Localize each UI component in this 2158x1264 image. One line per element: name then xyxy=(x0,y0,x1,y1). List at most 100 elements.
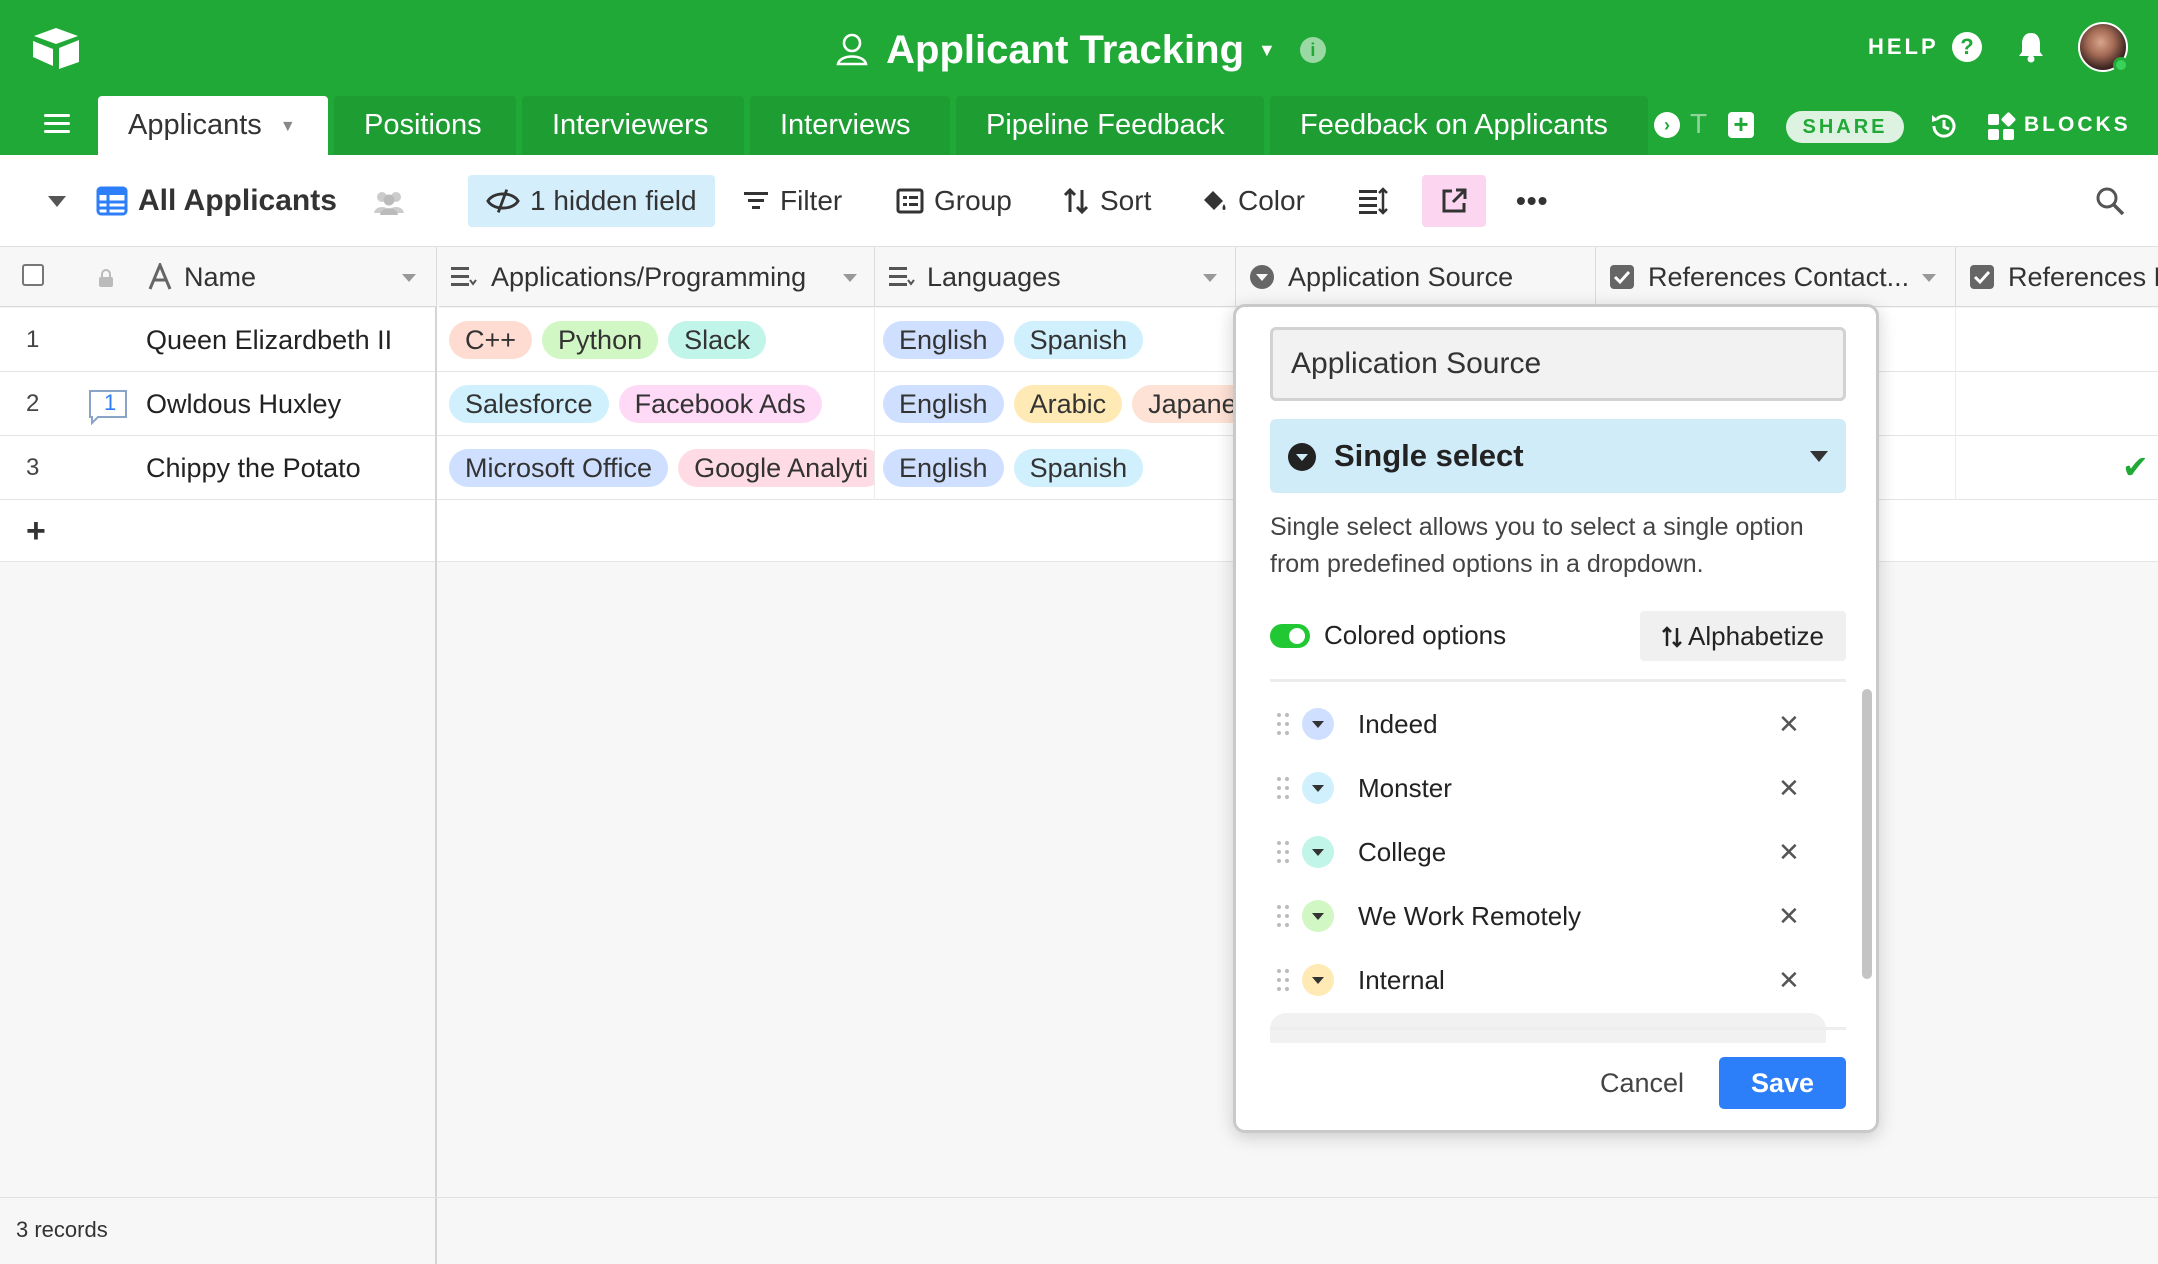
save-button[interactable]: Save xyxy=(1719,1057,1846,1109)
languages-cell[interactable]: English Arabic Japane xyxy=(875,372,1236,436)
drag-handle-icon[interactable] xyxy=(1276,776,1290,800)
option-color-swatch[interactable] xyxy=(1302,836,1334,868)
tab-positions[interactable]: Positions xyxy=(334,96,516,155)
hamburger-menu-icon[interactable] xyxy=(44,114,70,134)
tab-interviewers[interactable]: Interviewers xyxy=(522,96,744,155)
select-option[interactable]: College ✕ xyxy=(1270,820,1830,884)
help-label[interactable]: HELP xyxy=(1868,34,1939,60)
languages-cell[interactable]: English Spanish xyxy=(875,308,1236,372)
column-header-label: References R xyxy=(2008,262,2158,292)
cancel-button[interactable]: Cancel xyxy=(1590,1057,1694,1109)
group-button[interactable]: Group xyxy=(896,175,1012,227)
column-header-languages[interactable]: Languages xyxy=(875,247,1236,307)
column-header-programming[interactable]: Applications/Programming xyxy=(439,247,875,307)
online-status-dot xyxy=(2113,57,2129,73)
select-option[interactable]: Indeed ✕ xyxy=(1270,692,1830,756)
field-type-select[interactable]: Single select xyxy=(1270,419,1846,493)
colored-options-toggle[interactable] xyxy=(1270,624,1310,648)
references-cell[interactable] xyxy=(1956,308,2158,372)
remove-option-icon[interactable]: ✕ xyxy=(1778,756,1800,820)
add-record-cell[interactable]: + xyxy=(0,500,437,562)
column-header-references-contacted[interactable]: References Contact... xyxy=(1596,247,1956,307)
programming-cell[interactable]: Salesforce Facebook Ads xyxy=(439,372,875,436)
column-menu-caret-icon[interactable] xyxy=(402,274,416,282)
column-header-label: References Contact... xyxy=(1648,262,1910,292)
programming-cell[interactable]: Microsoft Office Google Analyti xyxy=(439,436,875,500)
languages-cell[interactable]: English Spanish xyxy=(875,436,1236,500)
drag-handle-icon[interactable] xyxy=(1276,968,1290,992)
tab-interviews[interactable]: Interviews xyxy=(750,96,950,155)
primary-cell[interactable]: 2 1 Owldous Huxley xyxy=(0,372,437,436)
primary-header: Name xyxy=(0,247,437,307)
primary-cell[interactable]: 3 Chippy the Potato xyxy=(0,436,437,500)
share-view-button[interactable] xyxy=(1422,175,1486,227)
share-button[interactable]: SHARE xyxy=(1786,111,1904,143)
select-all-checkbox[interactable] xyxy=(22,264,44,286)
notifications-bell-icon[interactable] xyxy=(2016,30,2046,64)
select-option[interactable]: Internal ✕ xyxy=(1270,948,1830,1012)
more-options-icon[interactable]: ••• xyxy=(1516,185,1548,217)
option-label[interactable]: College xyxy=(1358,820,1446,884)
grid-view-icon xyxy=(96,186,128,216)
field-name-input[interactable] xyxy=(1270,327,1846,401)
tab-caret-icon[interactable]: ▼ xyxy=(280,118,296,135)
remove-option-icon[interactable]: ✕ xyxy=(1778,884,1800,948)
primary-cell[interactable]: 1 Queen Elizardbeth II xyxy=(0,308,437,372)
select-option[interactable]: Monster ✕ xyxy=(1270,756,1830,820)
option-color-swatch[interactable] xyxy=(1302,708,1334,740)
tab-pipeline-feedback[interactable]: Pipeline Feedback xyxy=(956,96,1264,155)
column-header-application-source[interactable]: Application Source xyxy=(1236,247,1596,307)
programming-cell[interactable]: C++ Python Slack xyxy=(439,308,875,372)
row-height-icon[interactable] xyxy=(1358,187,1388,215)
tab-applicants[interactable]: Applicants ▼ xyxy=(98,96,328,155)
select-option[interactable]: We Work Remotely ✕ xyxy=(1270,884,1830,948)
option-label[interactable]: Monster xyxy=(1358,756,1452,820)
drag-handle-icon[interactable] xyxy=(1276,840,1290,864)
filter-label: Filter xyxy=(780,185,843,216)
option-label[interactable]: Indeed xyxy=(1358,692,1438,756)
column-header-references-r[interactable]: References R xyxy=(1956,247,2158,307)
tab-label: Interviews xyxy=(780,109,911,141)
remove-option-icon[interactable]: ✕ xyxy=(1778,820,1800,884)
view-switcher[interactable]: All Applicants xyxy=(96,175,337,227)
row-number: 2 xyxy=(26,390,40,417)
column-header-label: Application Source xyxy=(1288,262,1514,292)
drag-handle-icon[interactable] xyxy=(1276,904,1290,928)
option-label[interactable]: We Work Remotely xyxy=(1358,884,1581,948)
search-icon[interactable] xyxy=(2094,185,2126,217)
column-menu-caret-icon[interactable] xyxy=(1203,274,1217,282)
scroll-tabs-right-icon[interactable]: › xyxy=(1654,112,1680,138)
checked-checkmark-icon[interactable]: ✔ xyxy=(2122,448,2149,486)
blocks-label[interactable]: BLOCKS xyxy=(2024,113,2131,137)
blocks-icon[interactable] xyxy=(1986,112,2016,142)
column-header-name[interactable]: Name xyxy=(184,247,256,306)
options-scrollbar[interactable] xyxy=(1862,689,1872,979)
column-menu-caret-icon[interactable] xyxy=(1922,274,1936,282)
color-button[interactable]: Color xyxy=(1200,175,1305,227)
remove-option-icon[interactable]: ✕ xyxy=(1778,692,1800,756)
view-collaborators-icon[interactable] xyxy=(372,189,406,215)
references-cell[interactable] xyxy=(1956,372,2158,436)
filter-button[interactable]: Filter xyxy=(742,175,842,227)
sort-button[interactable]: Sort xyxy=(1062,175,1151,227)
airtable-logo-icon[interactable] xyxy=(30,26,82,70)
add-record-icon[interactable]: + xyxy=(26,500,46,562)
sort-label: Sort xyxy=(1100,185,1152,216)
option-color-swatch[interactable] xyxy=(1302,900,1334,932)
option-label[interactable]: Internal xyxy=(1358,948,1445,1012)
base-info-icon[interactable]: i xyxy=(1299,37,1326,63)
hide-fields-button[interactable]: 1 hidden field xyxy=(468,175,715,227)
base-title-button[interactable]: Applicant Tracking ▼ i xyxy=(832,20,1326,80)
tag-chip: C++ xyxy=(449,321,533,359)
option-color-swatch[interactable] xyxy=(1302,964,1334,996)
add-table-icon[interactable]: + xyxy=(1728,111,1754,138)
revision-history-icon[interactable] xyxy=(1928,110,1960,142)
remove-option-icon[interactable]: ✕ xyxy=(1778,948,1800,1012)
drag-handle-icon[interactable] xyxy=(1276,712,1290,736)
view-switcher-caret-icon[interactable] xyxy=(48,196,66,207)
alphabetize-button[interactable]: Alphabetize xyxy=(1640,611,1846,661)
help-icon[interactable]: ? xyxy=(1952,32,1982,62)
column-menu-caret-icon[interactable] xyxy=(843,274,857,282)
tab-feedback-on-applicants[interactable]: Feedback on Applicants xyxy=(1270,96,1648,155)
option-color-swatch[interactable] xyxy=(1302,772,1334,804)
